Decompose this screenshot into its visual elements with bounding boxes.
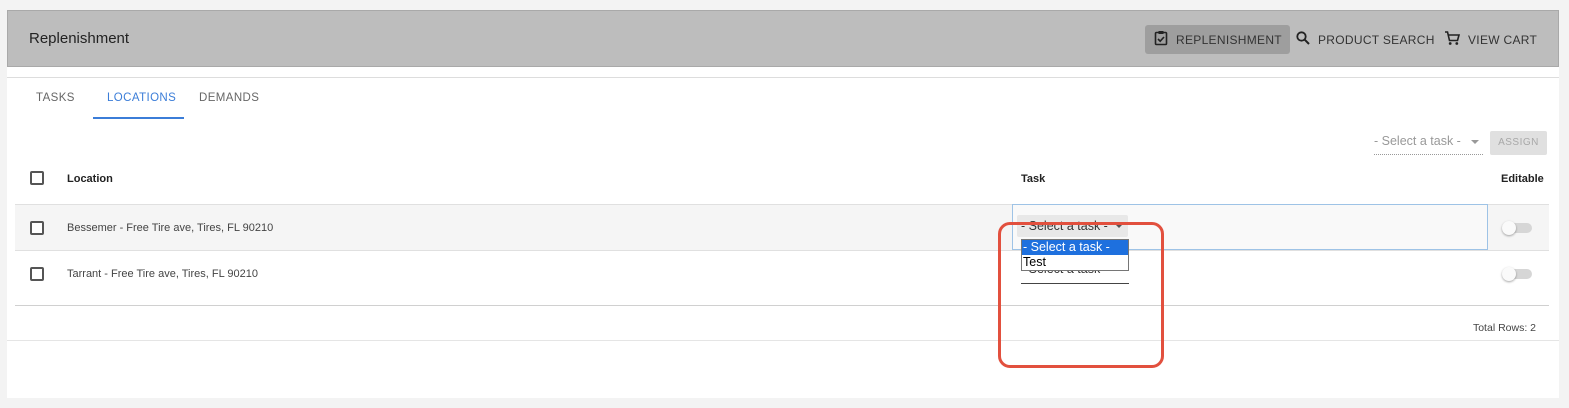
tab-locations[interactable]: LOCATIONS — [107, 92, 176, 104]
nav-view-cart-button[interactable]: VIEW CART — [1436, 25, 1545, 54]
toggle-thumb — [1502, 221, 1516, 235]
bulk-task-select-value: - Select a task - — [1374, 134, 1461, 148]
app-frame: Replenishment REPLENISHMENT PRODUCT SEAR… — [7, 10, 1559, 398]
select-all-checkbox[interactable] — [30, 171, 44, 185]
nav-product-search-label: PRODUCT SEARCH — [1318, 32, 1435, 47]
location-cell: Tarrant - Free Tire ave, Tires, FL 90210 — [67, 268, 258, 280]
cart-icon — [1444, 30, 1468, 49]
location-cell: Bessemer - Free Tire ave, Tires, FL 9021… — [67, 222, 274, 234]
locations-card: TASKS LOCATIONS DEMANDS - Select a task … — [7, 77, 1559, 368]
nav-replenishment-button[interactable]: REPLENISHMENT — [1145, 25, 1290, 54]
active-tab-indicator — [93, 117, 184, 119]
nav-view-cart-label: VIEW CART — [1468, 32, 1538, 47]
tab-tasks[interactable]: TASKS — [36, 92, 75, 104]
editable-toggle[interactable] — [1502, 221, 1535, 235]
table-divider — [15, 305, 1549, 306]
editable-toggle[interactable] — [1502, 267, 1535, 281]
row-checkbox[interactable] — [30, 267, 44, 281]
column-header-location[interactable]: Location — [67, 173, 113, 185]
row-checkbox[interactable] — [30, 221, 44, 235]
app-title: Replenishment — [29, 30, 130, 47]
search-icon — [1295, 30, 1318, 49]
chevron-down-icon — [1471, 140, 1479, 144]
table-row[interactable]: Tarrant - Free Tire ave, Tires, FL 90210 — [15, 250, 1549, 296]
toggle-thumb — [1502, 267, 1516, 281]
tab-demands[interactable]: DEMANDS — [199, 92, 259, 104]
bulk-task-select[interactable]: - Select a task - — [1374, 134, 1483, 155]
column-header-task[interactable]: Task — [1021, 173, 1045, 185]
assign-button[interactable]: ASSIGN — [1490, 131, 1547, 155]
clipboard-check-icon — [1153, 30, 1176, 49]
total-rows-label: Total Rows: 2 — [1472, 322, 1536, 334]
app-bar: Replenishment REPLENISHMENT PRODUCT SEAR… — [7, 10, 1559, 67]
highlight-callout — [998, 222, 1164, 368]
nav-replenishment-label: REPLENISHMENT — [1176, 32, 1282, 47]
column-header-editable[interactable]: Editable — [1501, 173, 1544, 185]
nav-product-search-button[interactable]: PRODUCT SEARCH — [1287, 25, 1443, 54]
